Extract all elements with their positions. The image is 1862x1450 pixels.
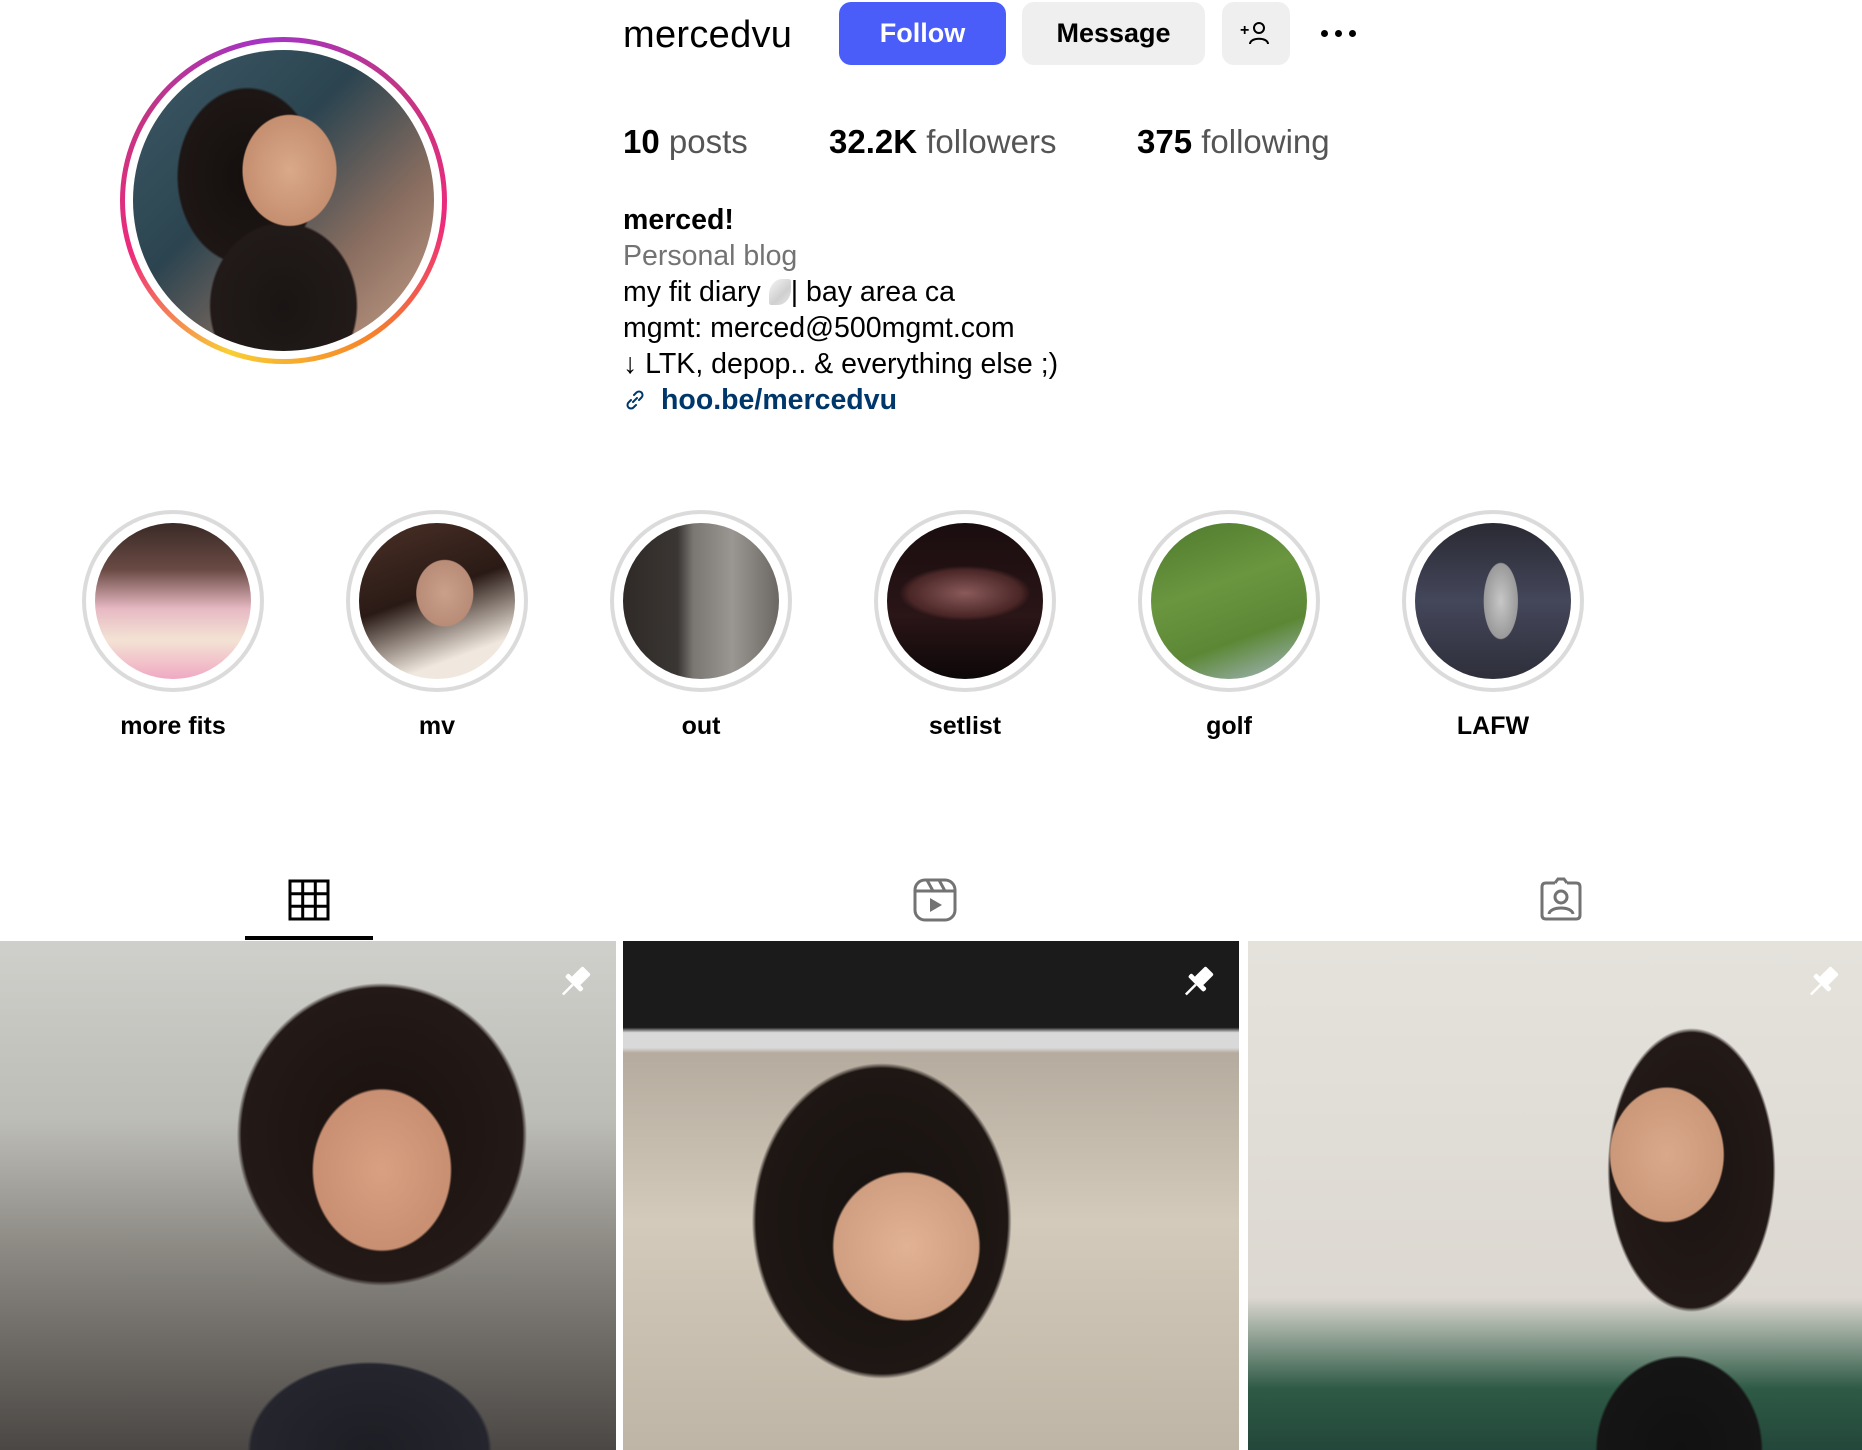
- highlight-cover: [623, 523, 779, 679]
- bio-line-2: mgmt: merced@500mgmt.com: [623, 312, 1015, 344]
- avatar-photo: [133, 50, 434, 351]
- highlight-setlist[interactable]: setlist: [874, 510, 1056, 741]
- pin-icon: [561, 966, 591, 996]
- more-options-button[interactable]: [1310, 10, 1366, 56]
- highlight-label: LAFW: [1456, 712, 1530, 740]
- follow-button[interactable]: Follow: [839, 2, 1006, 65]
- posts-stat: 10 posts: [623, 123, 748, 160]
- post-tile[interactable]: [1248, 941, 1862, 1450]
- tab-reels[interactable]: [870, 860, 1000, 940]
- highlight-more-fits[interactable]: more fits: [82, 510, 264, 741]
- add-person-icon: +: [1240, 21, 1269, 44]
- bio-link[interactable]: hoo.be/mercedvu: [661, 382, 897, 418]
- highlight-label: setlist: [928, 712, 1002, 740]
- highlight-cover: [359, 523, 515, 679]
- post-tile[interactable]: [623, 941, 1239, 1450]
- highlight-cover: [1415, 523, 1571, 679]
- svg-text:+: +: [1240, 22, 1249, 39]
- highlight-label: mv: [418, 712, 456, 740]
- tab-tagged[interactable]: [1496, 860, 1626, 940]
- bio-line-1: my fit diary | bay area ca: [623, 276, 955, 308]
- profile-page: mercedvu Follow Message + 10 posts 32.2K…: [0, 0, 1862, 1450]
- profile-avatar[interactable]: [120, 37, 447, 364]
- username: mercedvu: [623, 14, 793, 56]
- highlight-cover: [95, 523, 251, 679]
- bio-line-3: ↓ LTK, depop.. & everything else ;): [623, 348, 1059, 380]
- highlight-label: golf: [1206, 712, 1252, 740]
- highlight-label: out: [681, 712, 721, 740]
- pin-icon: [1809, 966, 1839, 996]
- highlight-mv[interactable]: mv: [346, 510, 528, 741]
- post-tile[interactable]: [0, 941, 616, 1450]
- reels-icon: [913, 878, 957, 922]
- highlight-cover: [887, 523, 1043, 679]
- more-options-icon: [1320, 29, 1328, 37]
- highlight-cover: [1151, 523, 1307, 679]
- highlight-golf[interactable]: golf: [1138, 510, 1320, 741]
- bio-link-row[interactable]: hoo.be/mercedvu: [623, 382, 1058, 418]
- feather-emoji-icon: [768, 279, 791, 305]
- tab-posts[interactable]: [244, 860, 374, 940]
- display-name: merced!: [623, 204, 734, 236]
- link-icon: [626, 390, 644, 410]
- message-button[interactable]: Message: [1022, 2, 1205, 65]
- highlight-label: more fits: [120, 712, 226, 740]
- category-label: Personal blog: [623, 240, 798, 272]
- profile-bio: merced! Personal blog my fit diary | bay…: [623, 202, 1058, 418]
- followers-stat[interactable]: 32.2K followers: [829, 122, 1056, 162]
- tagged-icon: [1540, 877, 1582, 921]
- active-tab-indicator: [245, 936, 373, 940]
- following-stat[interactable]: 375 following: [1137, 122, 1330, 162]
- highlight-lafw[interactable]: LAFW: [1402, 510, 1584, 741]
- highlight-out[interactable]: out: [610, 510, 792, 741]
- grid-icon: [288, 879, 330, 921]
- pin-icon: [1184, 966, 1214, 996]
- suggest-accounts-button[interactable]: +: [1222, 2, 1290, 65]
